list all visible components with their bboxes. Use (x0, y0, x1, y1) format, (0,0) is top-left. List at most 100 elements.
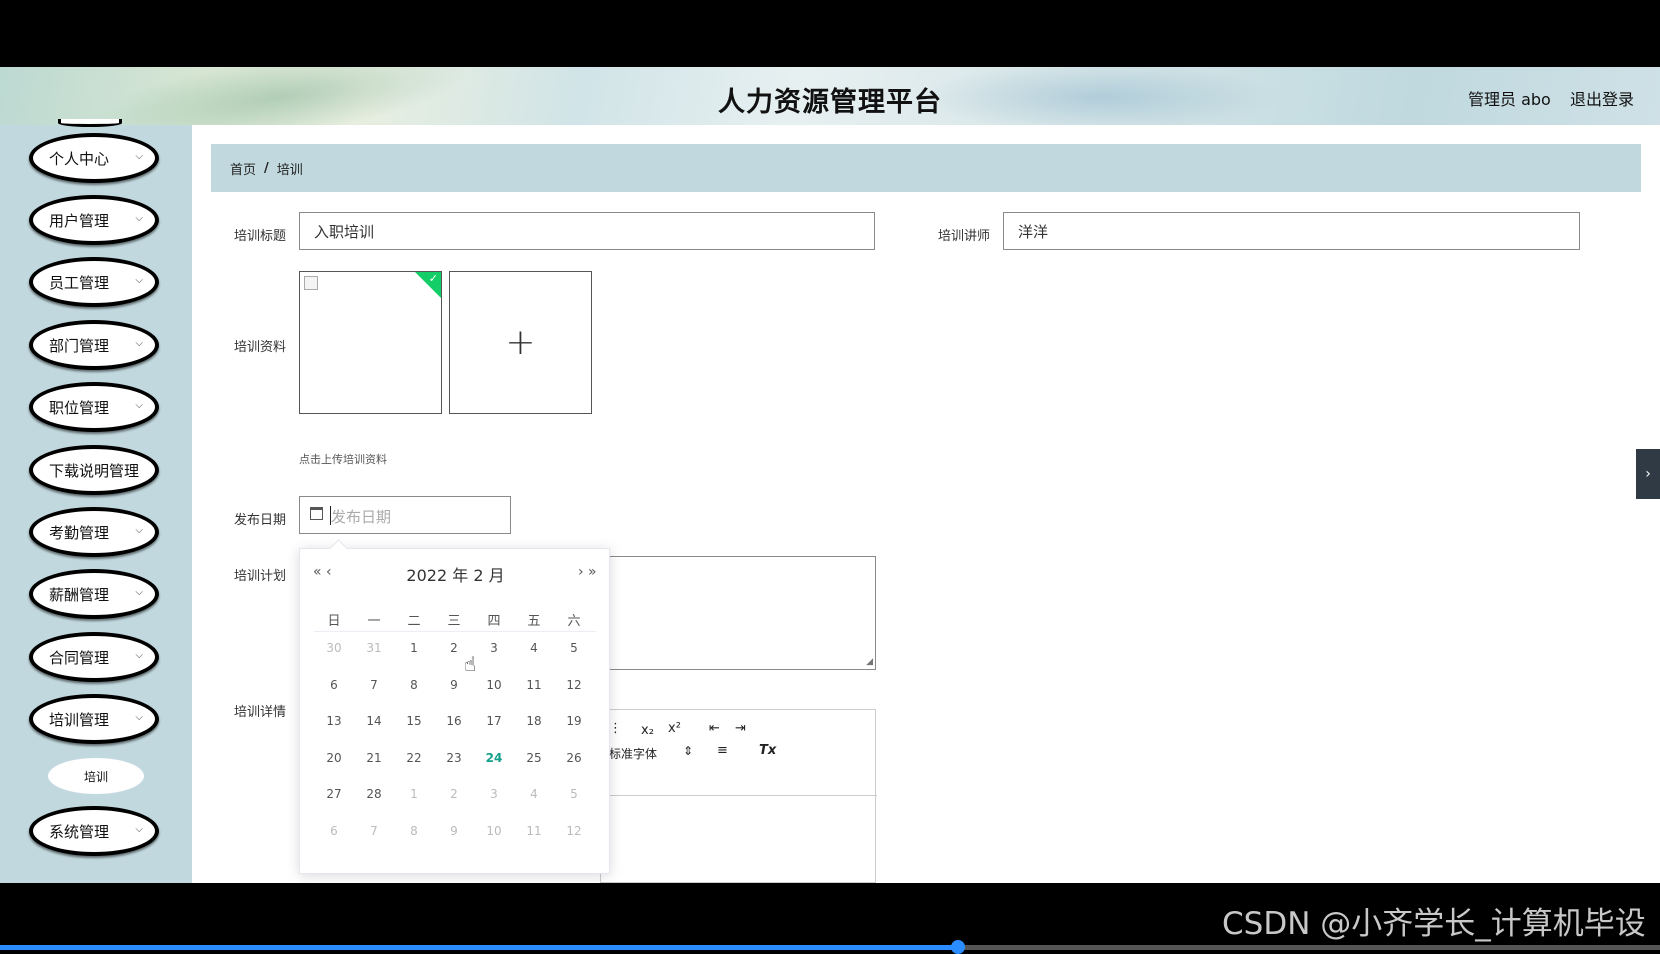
sidebar-item[interactable]: 下载说明管理 (29, 445, 159, 495)
video-progress-knob[interactable] (950, 940, 965, 954)
chevron-down-icon: ⌵ (135, 525, 143, 536)
sidebar-item[interactable]: 培训管理 ⌵ (29, 694, 159, 744)
date-cell[interactable]: 15 (394, 714, 434, 728)
date-cell[interactable]: 2 (434, 787, 474, 801)
training-plan-textarea[interactable]: ◢ (600, 556, 876, 670)
sidebar-item[interactable]: 职位管理 ⌵ (29, 382, 159, 432)
date-cell[interactable]: 1 (394, 787, 434, 801)
rich-text-editor[interactable]: ⋮ x₂ x² ⇤ ⇥ 标准字体 ⇕ ≡ Tx (600, 709, 877, 883)
date-cell[interactable]: 5 (554, 641, 594, 655)
date-cell[interactable]: 8 (394, 824, 434, 838)
lecturer-input[interactable] (1003, 212, 1580, 250)
date-cell[interactable]: 12 (554, 678, 594, 692)
sidebar-item-label: 系统管理 (49, 822, 110, 841)
date-cell[interactable]: 17 (474, 714, 514, 728)
weekday-label: 二 (407, 614, 421, 629)
upload-add-button[interactable]: + (449, 271, 592, 414)
date-cell[interactable]: 5 (554, 787, 594, 801)
lecturer-label: 培训讲师 (938, 229, 991, 244)
sidebar-item[interactable]: 合同管理 ⌵ (29, 632, 159, 682)
date-cell[interactable]: 11 (514, 678, 554, 692)
next-year-button[interactable]: » (588, 564, 596, 580)
side-panel-toggle[interactable]: › (1636, 449, 1660, 499)
next-month-button[interactable]: › (578, 564, 583, 580)
calendar-icon (310, 507, 323, 520)
sidebar-item[interactable]: 个人中心 ⌵ (29, 133, 159, 183)
date-cell[interactable]: 25 (514, 751, 554, 765)
date-cell[interactable]: 6 (314, 678, 354, 692)
sidebar-item[interactable]: 系统管理 ⌵ (29, 806, 159, 856)
date-cell[interactable]: 22 (394, 751, 434, 765)
uploaded-file-thumbnail[interactable]: ✓ (299, 271, 442, 414)
chevron-down-icon: ⌵ (135, 213, 143, 224)
date-cell[interactable]: 9 (434, 824, 474, 838)
upload-tip: 点击上传培训资料 (299, 453, 387, 466)
date-picker-header: « ‹ 2022 年 2 月 › » (300, 562, 611, 588)
video-progress-fill (0, 945, 958, 950)
superscript-button[interactable]: x² (668, 721, 681, 736)
date-cell[interactable]: 11 (514, 824, 554, 838)
date-cell[interactable]: 7 (354, 824, 394, 838)
date-cell[interactable]: 24 (474, 751, 514, 765)
sidebar-item-label: 个人中心 (49, 149, 110, 168)
month-label[interactable]: 2 月 (473, 566, 504, 585)
date-cell[interactable]: 1 (394, 641, 434, 655)
date-cell[interactable]: 26 (554, 751, 594, 765)
sidebar-item[interactable]: 用户管理 ⌵ (29, 195, 159, 245)
date-cell[interactable]: 27 (314, 787, 354, 801)
date-cell[interactable]: 20 (314, 751, 354, 765)
date-cell[interactable]: 4 (514, 787, 554, 801)
indent-icon[interactable]: ⇥ (735, 721, 746, 736)
date-cell[interactable]: 7 (354, 678, 394, 692)
date-cell[interactable]: 12 (554, 824, 594, 838)
resize-handle-icon[interactable]: ◢ (866, 657, 873, 667)
sidebar-item[interactable]: 部门管理 ⌵ (29, 320, 159, 370)
breadcrumb-home[interactable]: 首页 (230, 159, 256, 178)
date-cell[interactable]: 9 (434, 678, 474, 692)
date-cell[interactable]: 4 (514, 641, 554, 655)
date-cell[interactable]: 30 (314, 641, 354, 655)
weekday-label: 四 (487, 614, 501, 629)
training-title-input[interactable] (299, 212, 875, 250)
sidebar-subitem-training[interactable]: 培训 (48, 758, 144, 794)
date-cell[interactable]: 3 (474, 641, 514, 655)
weekday-label: 一 (367, 614, 381, 629)
chevron-down-icon: ⌵ (135, 650, 143, 661)
date-picker-title: 2022 年 2 月 (300, 562, 611, 586)
date-cell[interactable]: 14 (354, 714, 394, 728)
sidebar-item[interactable]: 员工管理 ⌵ (29, 257, 159, 307)
clear-format-icon[interactable]: Tx (759, 743, 776, 758)
date-cell[interactable]: 8 (394, 678, 434, 692)
sidebar-item-label: 考勤管理 (49, 523, 110, 542)
logout-link[interactable]: 退出登录 (1570, 86, 1634, 110)
date-cell[interactable]: 16 (434, 714, 474, 728)
date-cell[interactable]: 18 (514, 714, 554, 728)
sidebar-item-label: 用户管理 (49, 211, 110, 230)
chevron-down-icon: ⌵ (135, 338, 143, 349)
chevron-down-icon: ⌵ (135, 587, 143, 598)
publish-date-input[interactable]: 发布日期 (299, 496, 511, 534)
date-cell[interactable]: 21 (354, 751, 394, 765)
year-label[interactable]: 2022 年 (406, 566, 468, 585)
broken-image-icon (304, 276, 318, 290)
watermark: CSDN @小齐学长_计算机毕设 (1222, 906, 1646, 942)
sidebar-item-label: 下载说明管理 (49, 461, 140, 480)
date-cell[interactable]: 10 (474, 824, 514, 838)
subscript-button[interactable]: x₂ (641, 723, 654, 738)
date-cell[interactable]: 19 (554, 714, 594, 728)
date-cell[interactable]: 3 (474, 787, 514, 801)
date-cell[interactable]: 28 (354, 787, 394, 801)
outdent-icon[interactable]: ⇤ (709, 721, 720, 736)
date-cell[interactable]: 23 (434, 751, 474, 765)
date-cell[interactable]: 31 (354, 641, 394, 655)
font-select[interactable]: 标准字体 (609, 745, 657, 762)
weekday-label: 六 (567, 614, 581, 629)
date-cell[interactable]: 13 (314, 714, 354, 728)
date-cell[interactable]: 10 (474, 678, 514, 692)
sidebar-item-label: 员工管理 (49, 273, 110, 292)
date-cell[interactable]: 6 (314, 824, 354, 838)
align-icon[interactable]: ≡ (717, 743, 728, 758)
sidebar-item[interactable]: 考勤管理 ⌵ (29, 507, 159, 557)
list-icon[interactable]: ⋮ (609, 721, 622, 736)
sidebar-item[interactable]: 薪酬管理 ⌵ (29, 569, 159, 619)
